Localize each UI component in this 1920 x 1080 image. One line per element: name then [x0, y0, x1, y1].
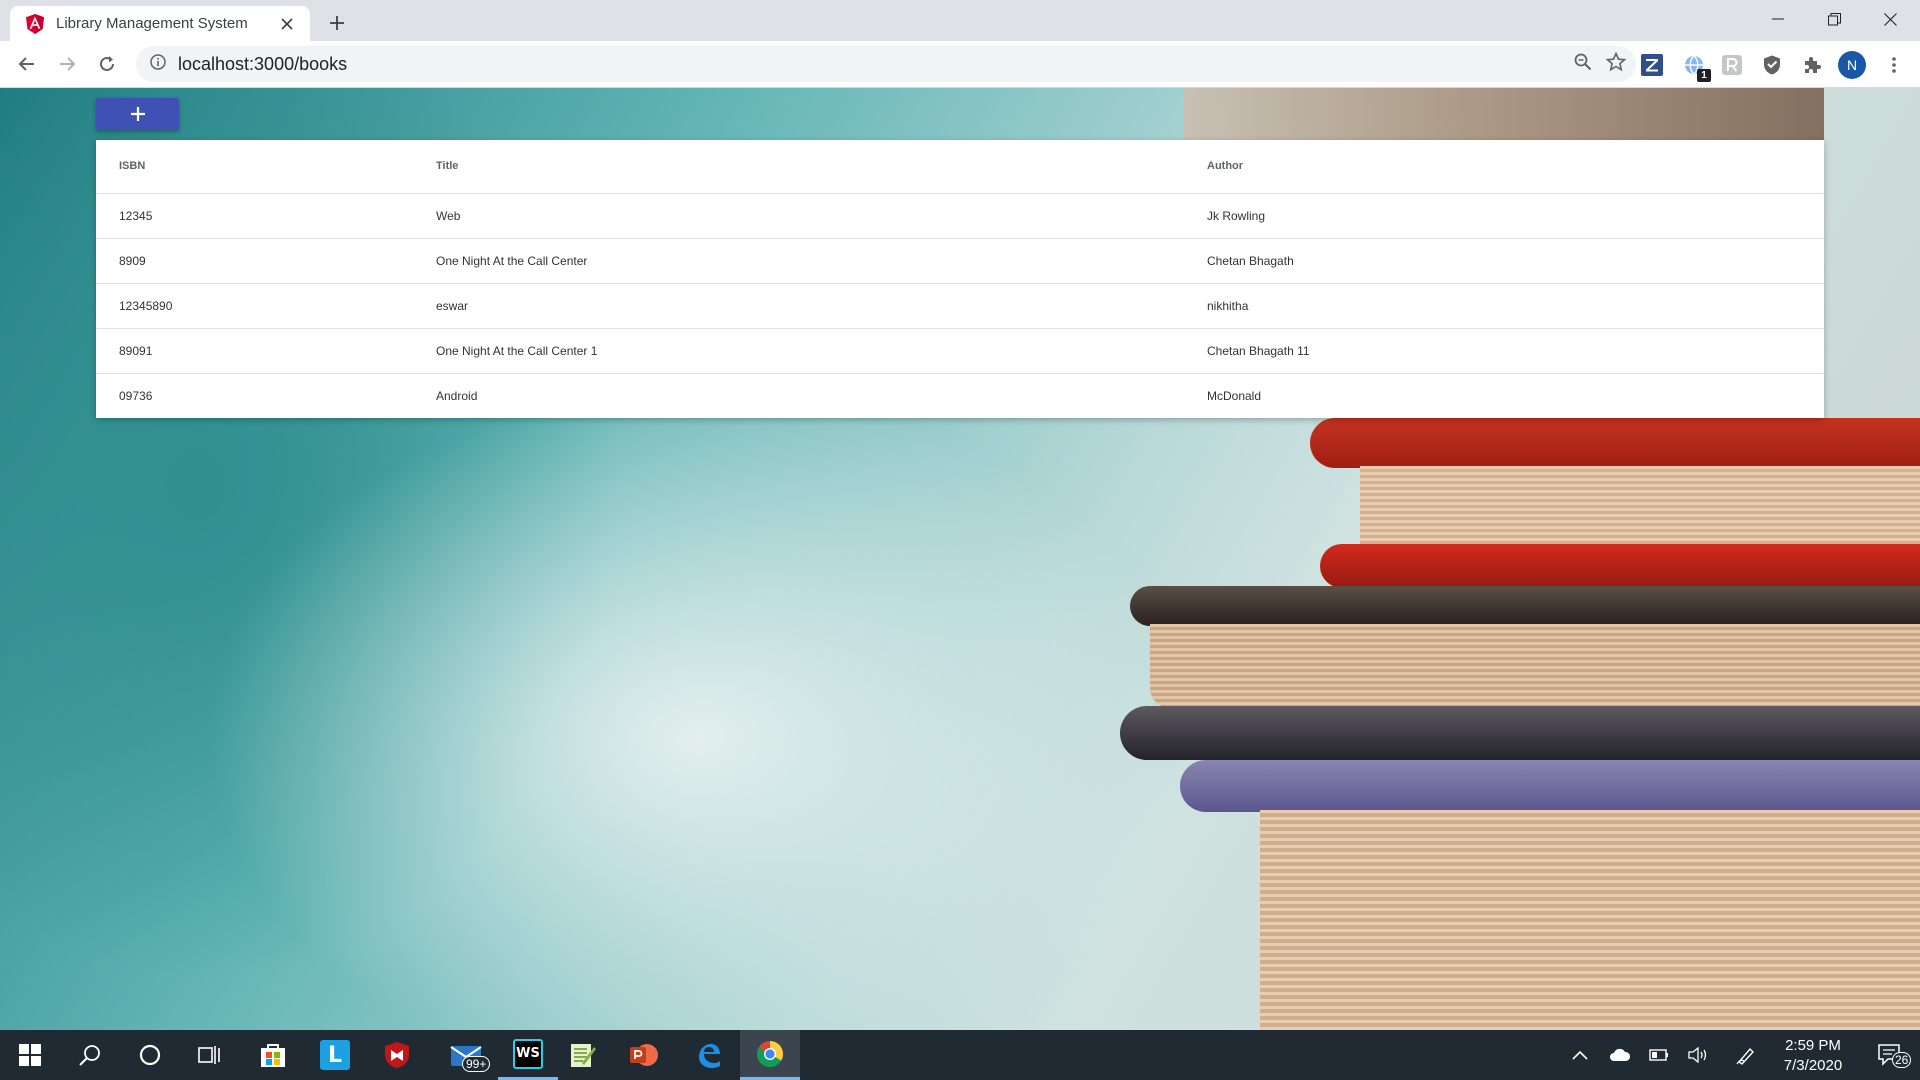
address-bar[interactable]: localhost:3000/books [136, 46, 1636, 82]
isbn-cell: 12345890 [96, 283, 436, 329]
taskbar-clock[interactable]: 2:59 PM 7/3/2020 [1768, 1036, 1858, 1076]
table-row[interactable]: 09736 Android McDonald [96, 373, 1824, 418]
grammar-extension-icon[interactable] [1718, 51, 1746, 79]
tab-close-icon[interactable] [276, 13, 298, 35]
title-cell: Android [436, 388, 478, 403]
background-books-strip [1184, 88, 1824, 140]
author-cell: nikhitha [1207, 283, 1824, 329]
clock-time: 2:59 PM [1785, 1037, 1841, 1054]
task-view-icon[interactable] [180, 1030, 240, 1080]
table-row[interactable]: 89091 One Night At the Call Center 1 Che… [96, 328, 1824, 374]
title-cell: One Night At the Call Center 1 [436, 328, 1207, 374]
windows-start-icon[interactable] [0, 1030, 60, 1080]
page-background: ISBN Title Author 12345 Web Jk Rowling 8… [0, 88, 1920, 1030]
volume-icon[interactable] [1680, 1030, 1716, 1080]
windows-taskbar: L 99+ WS 2:59 PM 7/3/2020 26 [0, 1030, 1920, 1080]
title-cell: Web [436, 193, 1207, 239]
table-row[interactable]: 12345 Web Jk Rowling [96, 193, 1824, 239]
zoom-icon[interactable] [1574, 53, 1592, 76]
new-tab-button[interactable] [322, 8, 352, 38]
extension-badge: 1 [1697, 69, 1711, 82]
search-icon[interactable] [60, 1030, 120, 1080]
author-cell: Chetan Bhagath [1207, 238, 1824, 284]
table-row[interactable]: 12345890 eswar nikhitha [96, 283, 1824, 329]
restore-icon[interactable] [1806, 0, 1862, 38]
books-table-card: ISBN Title Author 12345 Web Jk Rowling 8… [96, 140, 1824, 418]
url-text: localhost:3000/books [178, 53, 348, 74]
author-cell: McDonald [1207, 388, 1262, 403]
translate-extension-icon[interactable]: 1 [1680, 51, 1711, 82]
mail-icon[interactable]: 99+ [430, 1030, 502, 1080]
isbn-cell: 09736 [119, 388, 153, 403]
menu-kebab-icon[interactable] [1880, 51, 1908, 79]
store-icon[interactable] [243, 1030, 303, 1080]
books-background-image [1100, 418, 1920, 1030]
reload-icon[interactable] [90, 47, 124, 81]
pen-ink-icon[interactable] [1728, 1030, 1764, 1080]
browser-tab[interactable]: Library Management System [10, 6, 310, 41]
column-header-isbn[interactable]: ISBN [96, 140, 436, 194]
author-cell: Chetan Bhagath 11 [1207, 328, 1824, 374]
mcafee-icon[interactable] [367, 1030, 427, 1080]
battery-icon[interactable] [1641, 1030, 1677, 1080]
browser-toolbar: localhost:3000/books 1 N [0, 41, 1920, 88]
plus-icon [130, 107, 145, 121]
isbn-cell: 8909 [96, 238, 436, 284]
mail-badge: 99+ [462, 1056, 491, 1072]
info-icon[interactable] [150, 53, 166, 75]
back-arrow-icon[interactable] [10, 47, 44, 81]
notification-center-icon[interactable]: 26 [1866, 1030, 1916, 1080]
notepad-plus-icon[interactable] [552, 1030, 612, 1080]
tray-chevron-up-icon[interactable] [1562, 1030, 1598, 1080]
bookmark-star-icon[interactable] [1605, 51, 1627, 77]
notification-count: 26 [1892, 1052, 1912, 1068]
column-header-title[interactable]: Title [436, 140, 1207, 194]
isbn-cell: 12345 [96, 193, 436, 239]
onedrive-icon[interactable] [1602, 1030, 1638, 1080]
clock-date: 7/3/2020 [1783, 1057, 1843, 1074]
edge-icon[interactable] [678, 1030, 738, 1080]
table-row[interactable]: 8909 One Night At the Call Center Chetan… [96, 238, 1824, 284]
title-cell: One Night At the Call Center [436, 238, 1207, 284]
add-book-button[interactable] [96, 98, 179, 130]
lync-icon[interactable]: L [305, 1030, 365, 1080]
isbn-cell: 89091 [96, 328, 436, 374]
browser-tab-strip: Library Management System [0, 0, 1920, 41]
chrome-icon[interactable] [740, 1030, 800, 1080]
table-header-row: ISBN Title Author [96, 140, 1824, 194]
books-table: ISBN Title Author 12345 Web Jk Rowling 8… [96, 140, 1824, 418]
cortana-icon[interactable] [120, 1030, 180, 1080]
column-header-author[interactable]: Author [1207, 140, 1824, 194]
close-window-icon[interactable] [1862, 0, 1918, 38]
author-cell: Jk Rowling [1207, 193, 1824, 239]
tab-title: Library Management System [56, 15, 248, 32]
shield-extension-icon[interactable] [1758, 51, 1786, 79]
title-cell: eswar [436, 283, 1207, 329]
profile-avatar[interactable]: N [1838, 51, 1866, 79]
minimize-icon[interactable] [1750, 0, 1806, 38]
webstorm-icon[interactable]: WS [498, 1030, 558, 1080]
zotero-extension-icon[interactable] [1638, 51, 1666, 79]
angular-icon [26, 13, 44, 34]
powerpoint-icon[interactable] [614, 1030, 674, 1080]
extensions-puzzle-icon[interactable] [1798, 51, 1826, 79]
forward-arrow-icon[interactable] [50, 47, 84, 81]
